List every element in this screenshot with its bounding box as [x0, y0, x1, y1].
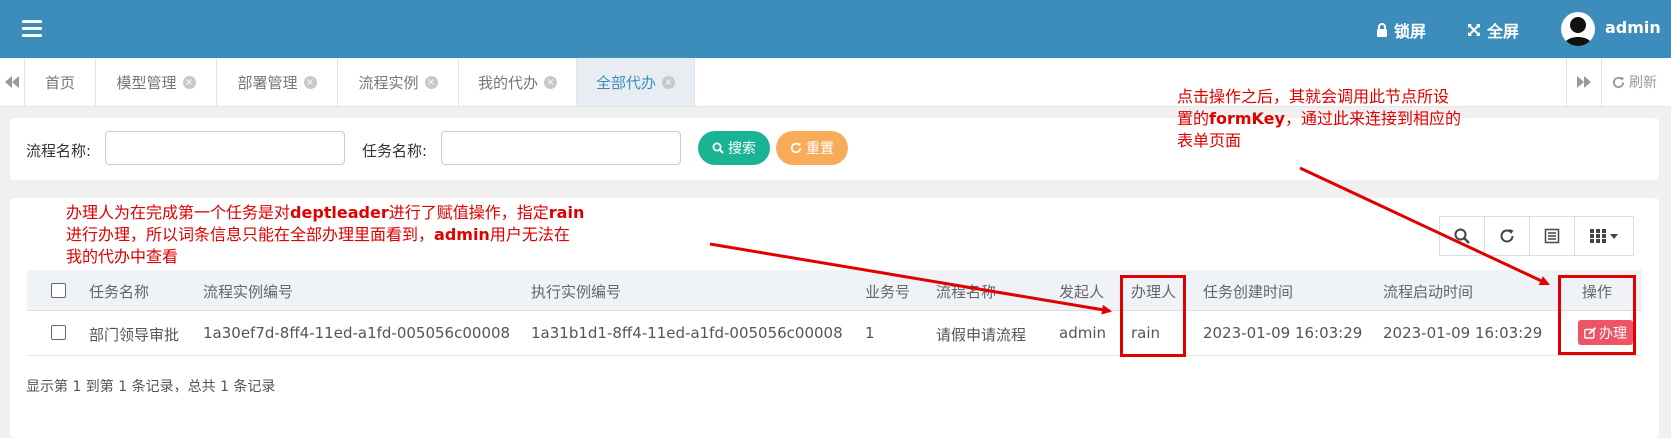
arrow-to-assignee	[709, 242, 1112, 315]
arrow-to-action	[1299, 166, 1550, 286]
annotation-arrows	[709, 166, 1550, 315]
